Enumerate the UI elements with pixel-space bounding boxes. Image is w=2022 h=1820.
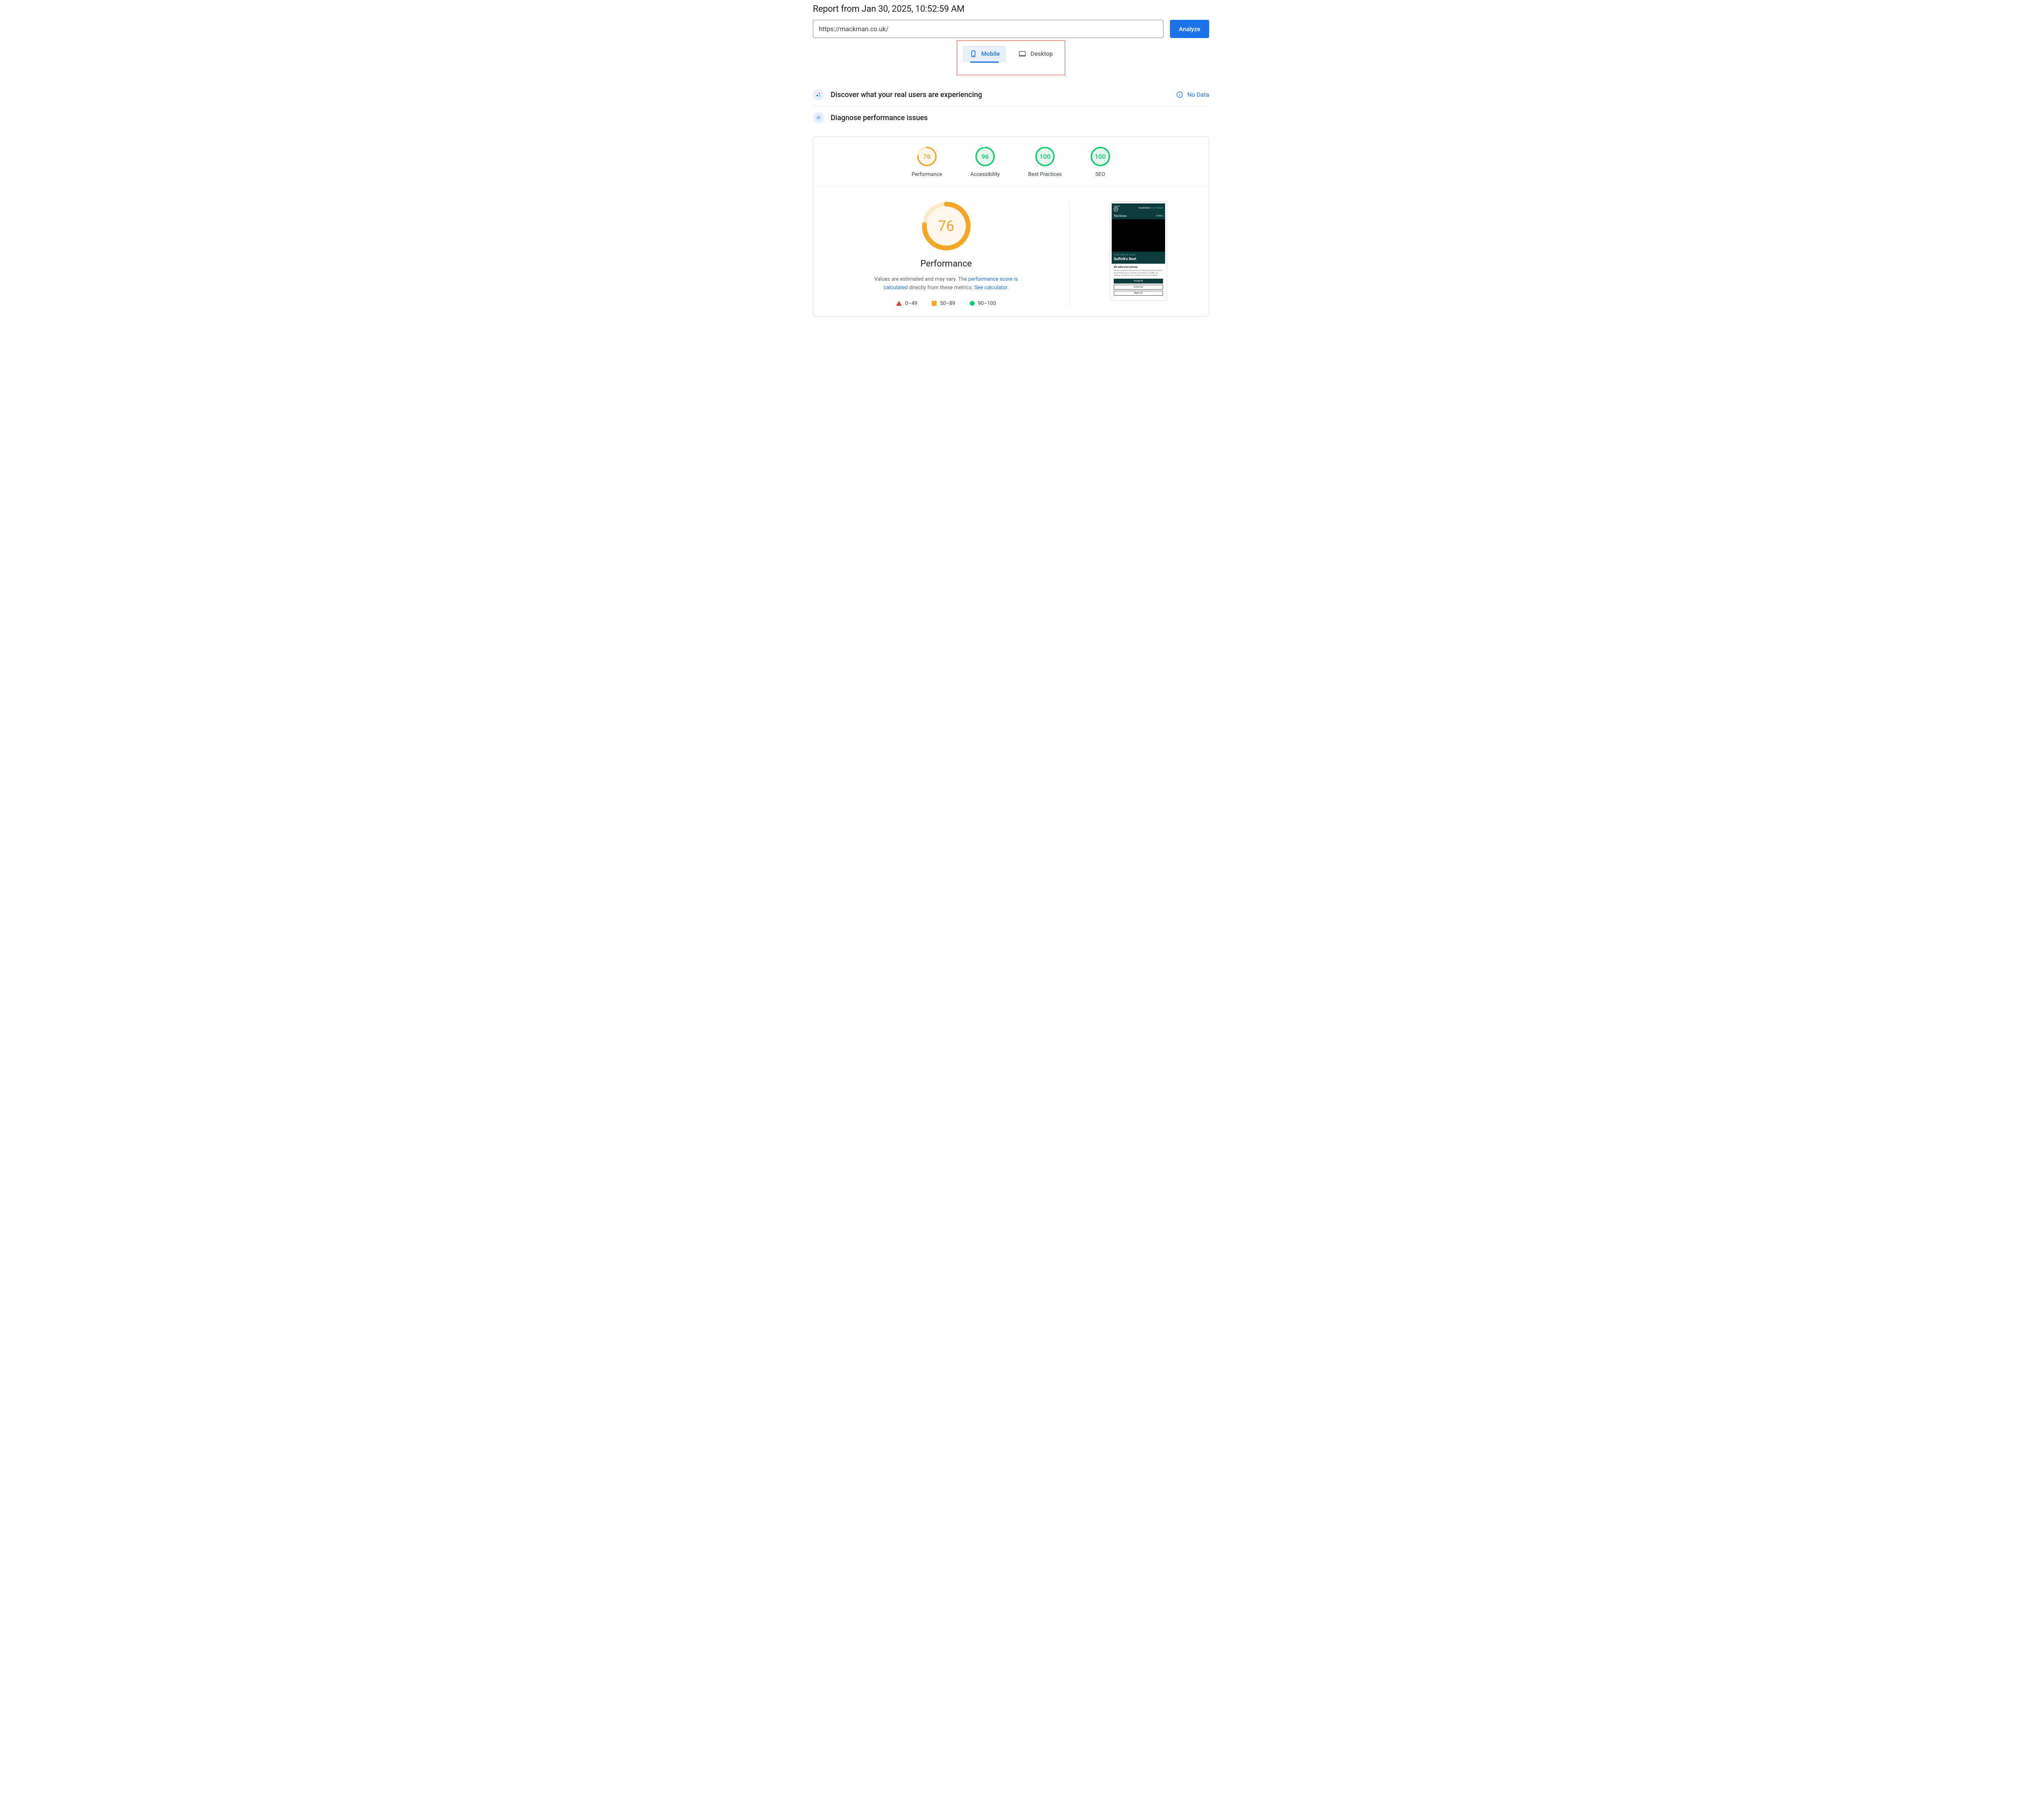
no-data-indicator[interactable]: No Data <box>1176 91 1209 98</box>
shot-hero-image <box>1112 219 1165 252</box>
triangle-icon <box>896 301 902 306</box>
gauge-ring: 96 <box>975 146 995 167</box>
performance-detail-row: 76 Performance Values are estimated and … <box>813 187 1209 307</box>
performance-column: 76 Performance Values are estimated and … <box>823 201 1070 307</box>
gauge-score: 100 <box>1039 153 1050 161</box>
gauge-ring: 100 <box>1035 146 1055 167</box>
shot-cookie-text: We use cookies to enhance your browsing … <box>1114 270 1163 277</box>
shot-headline: Suffolk's Best <box>1112 257 1165 264</box>
diagnose-icon <box>813 112 824 123</box>
see-calculator-link[interactable]: See calculator. <box>974 285 1009 291</box>
tab-mobile-label: Mobile <box>981 50 1000 57</box>
shot-tel-number: 01787 388038 <box>1150 207 1163 210</box>
annotation-highlight-box: Mobile Desktop <box>957 40 1066 75</box>
gauge-label: Performance <box>912 171 942 178</box>
url-analyze-row: Analyze <box>813 20 1209 38</box>
legend-fail-label: 0–49 <box>905 301 917 307</box>
diagnose-title: Diagnose performance issues <box>831 114 1209 122</box>
tab-desktop[interactable]: Desktop <box>1012 46 1059 62</box>
report-title: Report from Jan 30, 2025, 10:52:59 AM <box>813 4 1209 14</box>
no-data-label: No Data <box>1187 91 1209 98</box>
tab-desktop-label: Desktop <box>1030 50 1053 57</box>
device-tabs-wrap: Mobile Desktop <box>813 40 1209 75</box>
shot-customise-btn: Customise <box>1114 285 1163 290</box>
performance-big-gauge: 76 <box>922 201 971 251</box>
gauge-label: SEO <box>1096 171 1105 178</box>
perf-desc-prefix: Values are estimated and may vary. The <box>874 276 968 282</box>
shot-brand: Mackman <box>1114 214 1127 218</box>
lighthouse-panel: 76 Performance 96 Accessibility 100 Best… <box>813 136 1209 317</box>
shot-accept-btn: Accept All <box>1114 279 1163 284</box>
desktop-icon <box>1018 50 1026 58</box>
performance-heading: Performance <box>920 259 972 269</box>
legend-average-label: 50–89 <box>940 301 955 307</box>
gauge-ring: 100 <box>1090 146 1110 167</box>
gauge-performance[interactable]: 76 Performance <box>912 146 942 178</box>
shot-menu: ☰ Menu <box>1156 215 1163 217</box>
discover-icon <box>813 89 824 100</box>
info-icon <box>1176 91 1183 98</box>
performance-description: Values are estimated and may vary. The p… <box>865 275 1027 292</box>
page-screenshot: Certified B TELEPHONE 01787 388038 Mackm… <box>1110 201 1167 301</box>
gauge-label: Best Practices <box>1028 171 1062 178</box>
shot-reject-btn: Reject All <box>1114 291 1163 296</box>
shot-tel-label: TELEPHONE <box>1138 207 1150 210</box>
legend-average: 50–89 <box>932 301 955 307</box>
gauge-label: Accessibility <box>971 171 1000 178</box>
diagnose-section-header: Diagnose performance issues <box>813 106 1209 129</box>
gauge-score: 76 <box>923 153 931 161</box>
gauge-score: 100 <box>1095 153 1106 161</box>
shot-certified: Certified <box>1114 205 1120 207</box>
score-legend: 0–49 50–89 90–100 <box>896 301 996 307</box>
gauge-ring: 76 <box>917 146 937 167</box>
gauge-seo[interactable]: 100 SEO <box>1090 146 1110 178</box>
shot-cookie-heading: We value your privacy <box>1114 266 1163 269</box>
legend-pass: 90–100 <box>970 301 996 307</box>
analyze-button[interactable]: Analyze <box>1170 20 1209 38</box>
mobile-icon <box>969 50 977 58</box>
gauge-score: 96 <box>981 153 989 161</box>
discover-title: Discover what your real users are experi… <box>831 91 1170 99</box>
shot-tagline: TOGETHER WE GROW <box>1112 252 1165 257</box>
legend-pass-label: 90–100 <box>978 301 996 307</box>
gauge-best-practices[interactable]: 100 Best Practices <box>1028 146 1062 178</box>
circle-icon <box>970 301 975 306</box>
shot-bcorp-icon: B <box>1114 207 1118 212</box>
score-gauges-row: 76 Performance 96 Accessibility 100 Best… <box>813 146 1209 187</box>
tab-mobile[interactable]: Mobile <box>963 46 1007 62</box>
url-input[interactable] <box>813 20 1163 38</box>
gauge-accessibility[interactable]: 96 Accessibility <box>971 146 1000 178</box>
legend-fail: 0–49 <box>896 301 917 307</box>
performance-big-score: 76 <box>938 218 954 235</box>
screenshot-column: Certified B TELEPHONE 01787 388038 Mackm… <box>1078 201 1199 307</box>
perf-desc-mid: directly from these metrics. <box>908 285 975 291</box>
discover-section-header: Discover what your real users are experi… <box>813 83 1209 106</box>
square-icon <box>932 301 937 306</box>
